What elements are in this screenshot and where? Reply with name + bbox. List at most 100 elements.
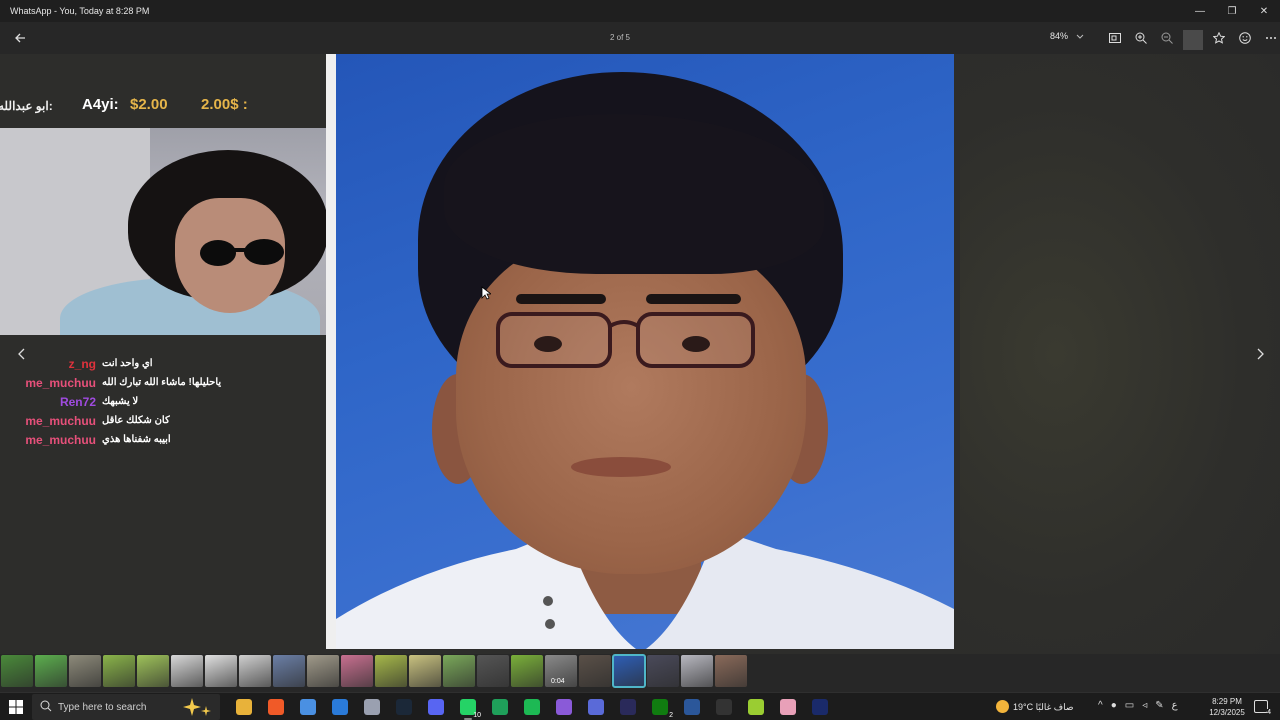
thumbnail[interactable] xyxy=(715,655,747,687)
chat-message: me_muchuu ابيبه شفناها هذي xyxy=(0,432,330,451)
taskbar-app[interactable] xyxy=(676,693,708,720)
tray-icons: ^ ● ▭ ◃ ✎ ع xyxy=(1098,700,1178,711)
taskbar-app[interactable] xyxy=(228,693,260,720)
photo-eyeglasses xyxy=(496,312,755,368)
photo-eyebrow-right xyxy=(646,294,741,304)
taskbar-app[interactable] xyxy=(484,693,516,720)
taskbar: Type here to search 10 2 19°C صاف غالبًا … xyxy=(0,692,1280,720)
close-button[interactable]: ✕ xyxy=(1248,0,1280,22)
taskbar-app[interactable]: 2 xyxy=(644,693,676,720)
thumbnail[interactable] xyxy=(647,655,679,687)
thumbnail[interactable] xyxy=(409,655,441,687)
discord-icon xyxy=(428,699,444,715)
app-badge: 10 xyxy=(473,712,481,719)
windows-start-icon[interactable] xyxy=(8,699,24,715)
video-duration: 0:04 xyxy=(551,678,565,685)
thumbnail[interactable] xyxy=(477,655,509,687)
taskbar-app[interactable] xyxy=(548,693,580,720)
taskbar-app[interactable] xyxy=(612,693,644,720)
taskbar-app[interactable] xyxy=(260,693,292,720)
thumbnail[interactable] xyxy=(612,654,646,688)
thumbnail[interactable] xyxy=(511,655,543,687)
thumbnail[interactable] xyxy=(307,655,339,687)
taskbar-app[interactable] xyxy=(708,693,740,720)
taskbar-app[interactable] xyxy=(420,693,452,720)
previous-arrow-icon[interactable] xyxy=(12,344,32,364)
chevron-up-icon[interactable]: ^ xyxy=(1098,700,1103,711)
weather-widget[interactable]: 19°C صاف غالبًا xyxy=(996,700,1074,713)
zoom-in-icon[interactable] xyxy=(1131,28,1151,48)
thumbnail[interactable] xyxy=(171,655,203,687)
minimize-button[interactable]: — xyxy=(1184,0,1216,22)
stream-chat: z_ng اي واحد انت me_muchuu ياحليلها! ماش… xyxy=(0,356,330,451)
network-icon[interactable]: ▭ xyxy=(1125,700,1134,711)
notification-icon[interactable]: 4 xyxy=(1254,700,1271,716)
thumbnail[interactable] xyxy=(579,655,611,687)
zoom-dropdown[interactable]: 84% xyxy=(1050,31,1084,41)
volume-icon[interactable]: ◃ xyxy=(1142,700,1147,711)
steam-icon xyxy=(396,699,412,715)
thumbnail[interactable] xyxy=(681,655,713,687)
thumbnail[interactable] xyxy=(35,655,67,687)
chat-username: z_ng xyxy=(68,357,96,371)
thumbnail[interactable] xyxy=(273,655,305,687)
thumbnail[interactable] xyxy=(137,655,169,687)
star-icon[interactable] xyxy=(1209,28,1229,48)
thumbnail[interactable] xyxy=(375,655,407,687)
taskbar-app[interactable] xyxy=(516,693,548,720)
streamer-webcam xyxy=(0,128,336,335)
app-green-icon xyxy=(492,699,508,715)
chat-text: كان شكلك عاقل xyxy=(102,415,170,426)
donation-user: A4yi: xyxy=(82,96,119,113)
thumbnail[interactable] xyxy=(1,655,33,687)
app-dark-icon xyxy=(620,699,636,715)
word-icon xyxy=(684,699,700,715)
chat-username: me_muchuu xyxy=(25,433,96,447)
weather-sun-icon xyxy=(996,700,1009,713)
thumbnail[interactable] xyxy=(103,655,135,687)
more-icon[interactable] xyxy=(1261,28,1280,48)
language-indicator[interactable]: ع xyxy=(1172,700,1178,711)
thumbnail[interactable] xyxy=(69,655,101,687)
restore-button[interactable]: ❐ xyxy=(1216,0,1248,22)
emoji-icon[interactable] xyxy=(1235,28,1255,48)
taskbar-app[interactable] xyxy=(356,693,388,720)
taskbar-app[interactable] xyxy=(324,693,356,720)
photo-eyebrow-left xyxy=(516,294,606,304)
viewer-toolbar: 2 of 5 84% xyxy=(0,22,1280,54)
thumbnail[interactable] xyxy=(443,655,475,687)
donation-arabic: ابو عبدالله: xyxy=(0,99,53,113)
taskbar-app[interactable] xyxy=(388,693,420,720)
thumbnail[interactable] xyxy=(239,655,271,687)
taskbar-clock[interactable]: 8:29 PM 12/3/2025 xyxy=(1204,696,1250,718)
search-placeholder: Type here to search xyxy=(58,701,147,713)
thumbnail[interactable]: 0:04 xyxy=(545,655,577,687)
clock-time: 8:29 PM xyxy=(1212,697,1242,706)
zoom-level: 84% xyxy=(1050,31,1069,41)
thumbnail[interactable] xyxy=(341,655,373,687)
zoom-out-icon[interactable] xyxy=(1157,28,1177,48)
app-blue-icon xyxy=(332,699,348,715)
app-diamond-icon xyxy=(588,699,604,715)
chat-message: Ren72 لا يشبهك xyxy=(0,394,330,413)
chat-message: me_muchuu ياحليلها! ماشاء الله تبارك الل… xyxy=(0,375,330,394)
next-arrow-icon[interactable] xyxy=(1250,344,1270,364)
taskbar-search-box[interactable]: Type here to search xyxy=(32,694,220,720)
taskbar-app[interactable] xyxy=(292,693,324,720)
fit-icon[interactable] xyxy=(1105,28,1125,48)
taskbar-app[interactable] xyxy=(772,693,804,720)
chat-message: me_muchuu كان شكلك عاقل xyxy=(0,413,330,432)
microphone-icon[interactable]: ● xyxy=(1111,700,1117,711)
taskbar-app[interactable] xyxy=(804,693,836,720)
store-icon xyxy=(300,699,316,715)
xbox-icon xyxy=(652,699,668,715)
pen-icon[interactable]: ✎ xyxy=(1155,700,1163,711)
taskbar-app[interactable]: 10 xyxy=(452,693,484,720)
taskbar-app[interactable] xyxy=(740,693,772,720)
thumbnail[interactable] xyxy=(205,655,237,687)
file-explorer-icon xyxy=(236,699,252,715)
brave-icon xyxy=(268,699,284,715)
chat-text: ابيبه شفناها هذي xyxy=(102,434,171,445)
clock-date: 12/3/2025 xyxy=(1209,708,1245,717)
taskbar-app[interactable] xyxy=(580,693,612,720)
